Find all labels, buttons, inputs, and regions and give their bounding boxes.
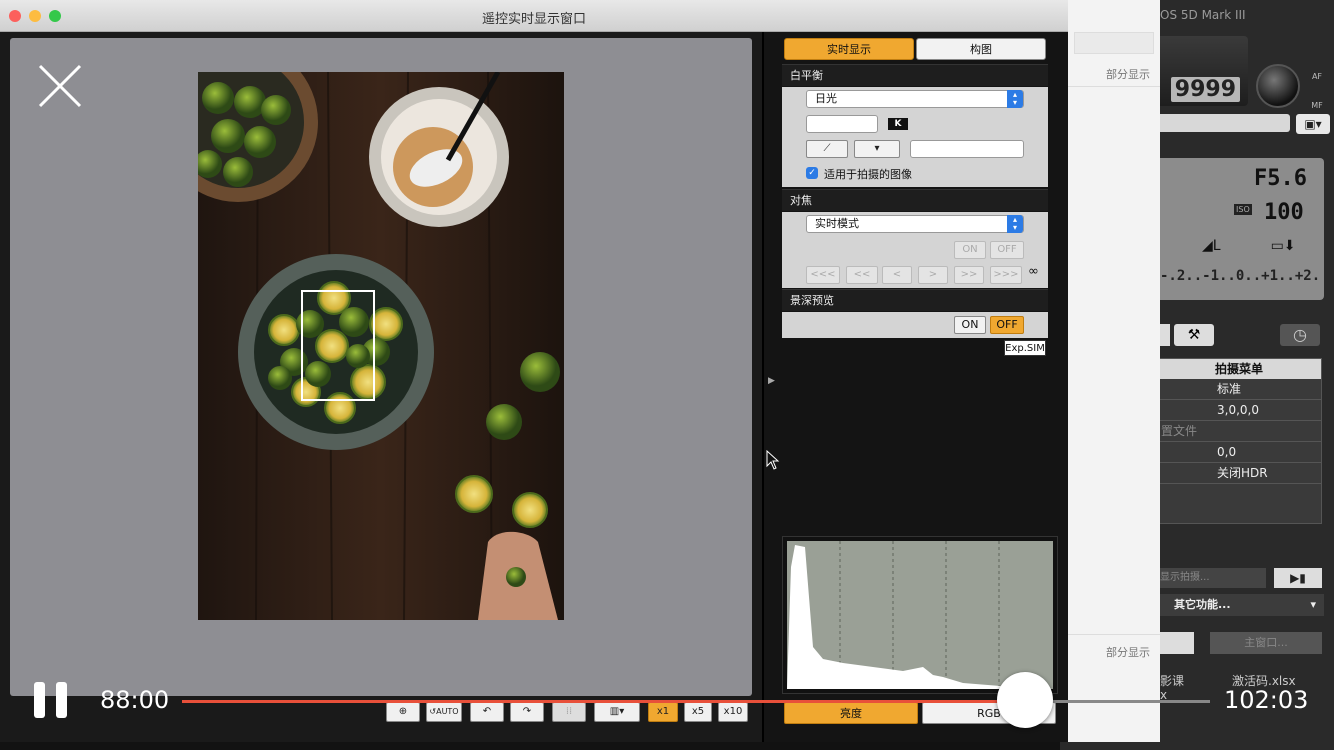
chevron-down-icon: ▾ — [1310, 598, 1316, 611]
timer-icon[interactable]: ◷ — [1280, 324, 1320, 346]
af-label: AF — [1311, 72, 1323, 81]
zoom-x5-button[interactable]: x5 — [684, 702, 712, 722]
shots-remaining-display: 9999 — [1156, 36, 1248, 106]
stepper-icon: ▴ ▾ — [1007, 90, 1023, 108]
main-window-button[interactable]: 主窗口... — [1210, 632, 1322, 654]
wb-register-field[interactable] — [910, 140, 1024, 158]
focus-far-3-button[interactable]: >>> — [990, 266, 1022, 284]
wb-register-select[interactable]: ▾ — [854, 140, 900, 158]
progress-fill — [182, 700, 1025, 703]
auto-label: AUTO — [436, 707, 459, 716]
menu-row-file[interactable]: 置文件 — [1157, 421, 1321, 442]
grid-target-icon[interactable]: ⊕ — [386, 702, 420, 722]
save-to-computer-icon[interactable]: ▭⬇ — [1271, 238, 1296, 254]
pause-button[interactable] — [34, 682, 68, 718]
zoom-x10-button[interactable]: x10 — [718, 702, 748, 722]
kelvin-input[interactable] — [806, 115, 878, 133]
title-bar[interactable]: 遥控实时显示窗口 — [0, 0, 1068, 32]
menu-row-value[interactable]: 0,0 — [1157, 442, 1321, 463]
divider — [1068, 86, 1160, 87]
ratio-grid-icon[interactable]: ⁞⁞ — [552, 702, 586, 722]
partial-display-label: 部分显示 — [1106, 68, 1150, 81]
shooting-menu-header: 拍摄菜单 — [1157, 359, 1321, 379]
live-shoot-button[interactable]: 显示拍摄... — [1156, 568, 1266, 588]
dof-off-button[interactable]: OFF — [990, 316, 1024, 334]
current-time: 88:00 — [100, 686, 170, 714]
rotate-right-icon[interactable]: ↷ — [510, 702, 544, 722]
focus-mode-select[interactable]: 实时模式 ▴ ▾ — [806, 215, 1024, 233]
histogram-brightness-button[interactable]: 亮度 — [784, 702, 918, 724]
shots-remaining: 9999 — [1170, 77, 1240, 102]
menu-row-hdr[interactable]: 关闭HDR — [1157, 463, 1321, 484]
movie-icon[interactable]: ▶▮ — [1274, 568, 1322, 588]
tab-composition[interactable]: 构图 — [916, 38, 1046, 60]
shooting-menu: 拍摄菜单 标准 3,0,0,0 置文件 0,0 关闭HDR — [1156, 358, 1322, 524]
partial-display-label-bottom: 部分显示 — [1106, 646, 1150, 659]
auto-rotate-button[interactable]: ↺AUTO — [426, 702, 462, 722]
menu-row-picture-style[interactable]: 标准 — [1157, 379, 1321, 400]
iso-value[interactable]: 100 — [1264, 200, 1304, 225]
camera-settings-icon[interactable]: ▣▾ — [1296, 114, 1330, 134]
tab-live-view[interactable]: 实时显示 — [784, 38, 914, 60]
total-time: 102:03 — [1224, 686, 1309, 714]
window-title: 遥控实时显示窗口 — [481, 12, 586, 27]
progress-thumb[interactable] — [996, 672, 1053, 728]
dof-on-button[interactable]: ON — [954, 316, 986, 334]
divider — [1068, 634, 1160, 635]
iso-label: ISO — [1234, 204, 1252, 215]
live-view-window: 遥控实时显示窗口 ▶ 实时显示 构图 白平衡 日光 ▴ ▾ K ⟋ ▾ ✓ 适用… — [0, 0, 1068, 742]
kelvin-label: K — [888, 118, 908, 130]
white-balance-value: 日光 — [815, 92, 837, 105]
focus-mode-value: 实时模式 — [815, 217, 859, 230]
other-functions-label: 其它功能... — [1174, 598, 1231, 611]
infinity-icon: ∞ — [1028, 264, 1039, 279]
rotate-left-icon[interactable]: ↶ — [470, 702, 504, 722]
live-view-image[interactable] — [198, 72, 564, 620]
focus-near-1-button[interactable]: < — [882, 266, 912, 284]
af-on-button[interactable]: ON — [954, 241, 986, 259]
background-app-title: OS 5D Mark III — [1160, 8, 1246, 22]
background-document-window: 部分显示 部分显示 — [1068, 0, 1160, 742]
af-off-button[interactable]: OFF — [990, 241, 1024, 259]
tools-tab-icon[interactable]: ⚒ — [1174, 324, 1214, 346]
white-balance-select[interactable]: 日光 ▴ ▾ — [806, 90, 1024, 108]
camera-status-panel: F5.6 ISO 100 ◢L ▭⬇ -.2..-1..0..+1..+2. — [1156, 158, 1324, 300]
shutter-knob-icon[interactable] — [1256, 64, 1300, 108]
stepper-icon: ▴ ▾ — [1007, 215, 1023, 233]
mf-label: MF — [1311, 101, 1323, 110]
histogram-graph — [787, 541, 1053, 689]
mouse-cursor-icon — [766, 450, 780, 470]
af-mf-switch[interactable]: AF MF — [1304, 42, 1330, 112]
other-functions-select[interactable]: 其它功能... ▾ — [1156, 594, 1324, 616]
apply-to-shots-label: 适用于拍摄的图像 — [824, 168, 912, 181]
focus-far-2-button[interactable]: >> — [954, 266, 984, 284]
close-icon[interactable] — [36, 62, 84, 110]
histogram — [782, 536, 1058, 694]
eyedropper-icon[interactable]: ⟋ — [806, 140, 848, 158]
image-quality-icon[interactable]: ◢L — [1202, 238, 1221, 254]
apply-checkbox[interactable]: ✓ — [806, 167, 818, 179]
white-balance-heading: 白平衡 — [782, 64, 1048, 86]
dof-preview-heading: 景深预览 — [782, 289, 1048, 311]
menu-row-detail[interactable]: 3,0,0,0 — [1157, 400, 1321, 421]
pause-icon — [56, 682, 67, 718]
prefs-button[interactable] — [1156, 632, 1194, 654]
live-view-photo-svg — [198, 72, 564, 620]
expand-arrow-icon[interactable]: ▶ — [768, 376, 775, 386]
doc-toolbar — [1074, 32, 1154, 54]
progress-bar[interactable] — [182, 700, 1210, 703]
zoom-x1-button[interactable]: x1 — [648, 702, 678, 722]
file-name-1[interactable]: 影课 — [1160, 672, 1184, 689]
focus-near-3-button[interactable]: <<< — [806, 266, 840, 284]
aperture-value[interactable]: F5.6 — [1254, 166, 1307, 191]
exp-sim-badge: Exp.SIM — [1004, 340, 1046, 356]
overlay-select[interactable]: ▥▾ — [594, 702, 640, 722]
exposure-scale: -.2..-1..0..+1..+2. — [1160, 268, 1321, 284]
focus-heading: 对焦 — [782, 189, 1048, 211]
focus-far-1-button[interactable]: > — [918, 266, 948, 284]
pause-icon — [34, 682, 45, 718]
focus-near-2-button[interactable]: << — [846, 266, 878, 284]
camera-name-field[interactable] — [1156, 114, 1290, 132]
